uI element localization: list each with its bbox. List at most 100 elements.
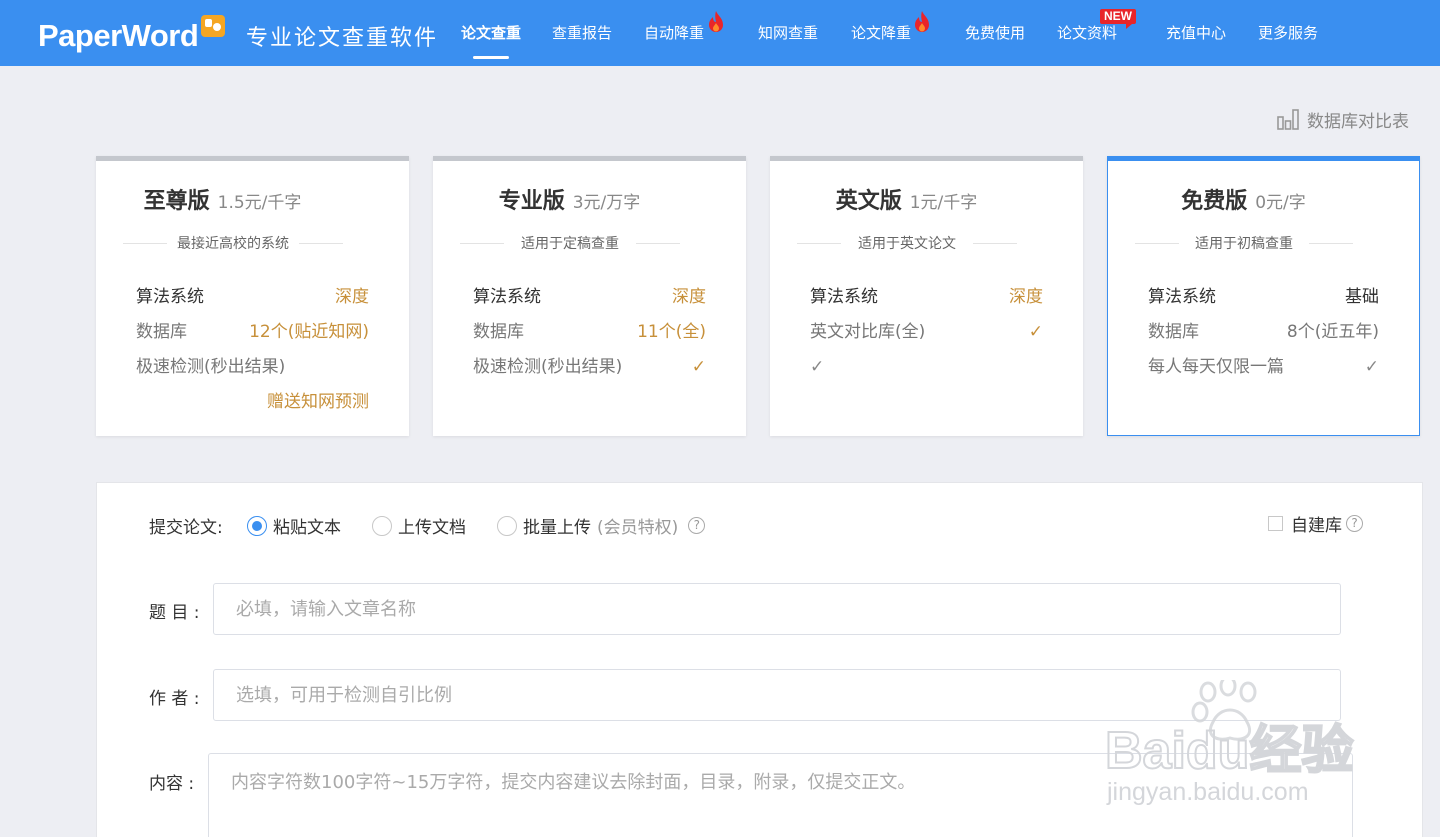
plan-price: 0元/字 (1255, 193, 1306, 213)
plan-feature-row: 每人每天仅限一篇 ✓ (1148, 355, 1379, 379)
content-textarea[interactable] (208, 753, 1353, 837)
plan-subtitle: 适用于英文论文 (797, 233, 1017, 253)
nav-recharge[interactable]: 充值中心 (1166, 0, 1226, 66)
plan-title: 免费版 0元/字 (1068, 183, 1419, 215)
nav-label: 更多服务 (1258, 24, 1319, 42)
feature-value: 12个(贴近知网) (249, 322, 369, 342)
feature-value: 深度 (335, 287, 369, 307)
radio-batch-upload[interactable]: 批量上传 (会员特权) ? (497, 513, 706, 538)
plan-title: 英文版 1元/千字 (730, 183, 1083, 215)
plan-feature-row: 算法系统 深度 (136, 285, 369, 309)
checkbox (1268, 516, 1283, 531)
feature-key: 每人每天仅限一篇 (1148, 357, 1284, 377)
nav-label: 自动降重 (644, 24, 705, 42)
plan-price: 1.5元/千字 (217, 193, 302, 213)
plan-feature-row: 算法系统 深度 (810, 285, 1043, 309)
radio-upload-doc[interactable]: 上传文档 (372, 513, 466, 538)
slogan: 专业论文查重软件 (246, 26, 439, 51)
new-badge: NEW (1100, 9, 1136, 29)
plan-feature-row: 数据库 8个(近五年) (1148, 320, 1379, 344)
check-icon: ✓ (1028, 322, 1043, 342)
database-compare-label: 数据库对比表 (1307, 111, 1409, 132)
feature-key: 极速检测(秒出结果) (473, 357, 623, 377)
nav-paper-reduce[interactable]: 论文降重 (851, 0, 911, 66)
database-compare-link[interactable]: 数据库对比表 (1277, 106, 1409, 132)
feature-value: 8个(近五年) (1286, 322, 1379, 342)
feature-value: 基础 (1345, 287, 1379, 307)
feature-key: 极速检测(秒出结果) (136, 357, 286, 377)
feature-key: 算法系统 (473, 287, 541, 307)
title-label: 题 目 : (149, 603, 200, 623)
plan-title: 至尊版 1.5元/千字 (36, 183, 409, 215)
check-icon: ✓ (810, 357, 825, 377)
radio-dot (497, 515, 517, 536)
radio-label: 粘贴文本 (273, 518, 341, 538)
plan-bonus-row: 赠送知网预测 (136, 390, 369, 414)
member-note: (会员特权) (597, 518, 679, 538)
plan-card-free[interactable]: 免费版 0元/字 适用于初稿查重 算法系统 基础 数据库 8个(近五年) 每人每天… (1107, 156, 1420, 436)
plan-feature-row: ✓ (810, 355, 1043, 379)
submit-form-panel: 提交论文: 粘贴文本 上传文档 批量上传 (会员特权) ? 自建库 ? 题 目 … (96, 482, 1423, 837)
radio-paste-text[interactable]: 粘贴文本 (247, 513, 341, 538)
nav-label: 免费使用 (965, 24, 1026, 42)
help-icon[interactable]: ? (688, 517, 706, 534)
fire-icon (709, 11, 723, 32)
author-input[interactable] (213, 669, 1341, 721)
feature-key: 算法系统 (810, 287, 878, 307)
plan-name: 至尊版 (143, 189, 210, 214)
nav-label: 充值中心 (1166, 24, 1227, 42)
feature-value: 深度 (672, 287, 706, 307)
logo-icon (201, 15, 226, 37)
nav-label: 查重报告 (552, 24, 613, 42)
feature-value: 深度 (1009, 287, 1043, 307)
active-nav-indicator (473, 56, 510, 59)
plan-card-supreme[interactable]: 至尊版 1.5元/千字 最接近高校的系统 算法系统 深度 数据库 12个(贴近知网… (96, 156, 409, 436)
plan-subtitle: 适用于定稿查重 (460, 233, 680, 253)
nav-label: 论文查重 (461, 24, 522, 42)
plan-title: 专业版 3元/万字 (393, 183, 746, 215)
nav-label: 知网查重 (758, 24, 819, 42)
plan-name: 英文版 (835, 189, 902, 214)
plan-feature-row: 数据库 11个(全) (473, 320, 706, 344)
logo[interactable]: PaperWord (38, 15, 226, 53)
plan-feature-row: 极速检测(秒出结果) (136, 355, 369, 379)
plan-feature-row: 数据库 12个(贴近知网) (136, 320, 369, 344)
self-built-db-label: 自建库 (1291, 516, 1342, 536)
plan-bonus: 赠送知网预测 (267, 392, 369, 412)
nav-free-use[interactable]: 免费使用 (965, 0, 1025, 66)
nav-paper-check[interactable]: 论文查重 (461, 0, 521, 66)
plan-name: 专业版 (498, 189, 565, 214)
radio-label: 批量上传 (523, 518, 591, 538)
nav-label: 论文降重 (851, 24, 912, 42)
logo-text: PaperWord (38, 18, 199, 53)
feature-value: 11个(全) (637, 322, 706, 342)
feature-key: 英文对比库(全) (810, 322, 926, 342)
submit-label: 提交论文: (149, 518, 223, 538)
plan-feature-row: 算法系统 深度 (473, 285, 706, 309)
radio-label: 上传文档 (398, 518, 466, 538)
nav-more-services[interactable]: 更多服务 (1258, 0, 1318, 66)
plan-card-professional[interactable]: 专业版 3元/万字 适用于定稿查重 算法系统 深度 数据库 11个(全) 极速检测… (433, 156, 746, 436)
content-label: 内容 : (149, 774, 195, 794)
nav-cnki-check[interactable]: 知网查重 (758, 0, 818, 66)
feature-key: 数据库 (136, 322, 187, 342)
fire-icon (915, 11, 929, 32)
plan-subtitle: 适用于初稿查重 (1135, 233, 1353, 253)
radio-dot (247, 515, 267, 536)
feature-key: 数据库 (1148, 322, 1199, 342)
plan-name: 免费版 (1181, 189, 1248, 214)
plan-price: 3元/万字 (572, 193, 641, 213)
nav-label: 论文资料 (1057, 24, 1118, 42)
feature-key: 算法系统 (1148, 287, 1216, 307)
plan-card-english[interactable]: 英文版 1元/千字 适用于英文论文 算法系统 深度 英文对比库(全) ✓ ✓ (770, 156, 1083, 436)
nav-check-report[interactable]: 查重报告 (552, 0, 612, 66)
plan-price: 1元/千字 (909, 193, 978, 213)
self-built-db-checkbox[interactable]: 自建库 ? (1268, 511, 1363, 536)
plan-feature-row: 算法系统 基础 (1148, 285, 1379, 309)
title-input[interactable] (213, 583, 1341, 635)
radio-dot (372, 515, 392, 536)
top-navigation-bar: PaperWord 专业论文查重软件 论文查重 查重报告 自动降重 知网查重 论… (0, 0, 1440, 66)
help-icon[interactable]: ? (1346, 515, 1363, 532)
plan-feature-row: 极速检测(秒出结果) ✓ (473, 355, 706, 379)
nav-auto-reduce[interactable]: 自动降重 (644, 0, 704, 66)
